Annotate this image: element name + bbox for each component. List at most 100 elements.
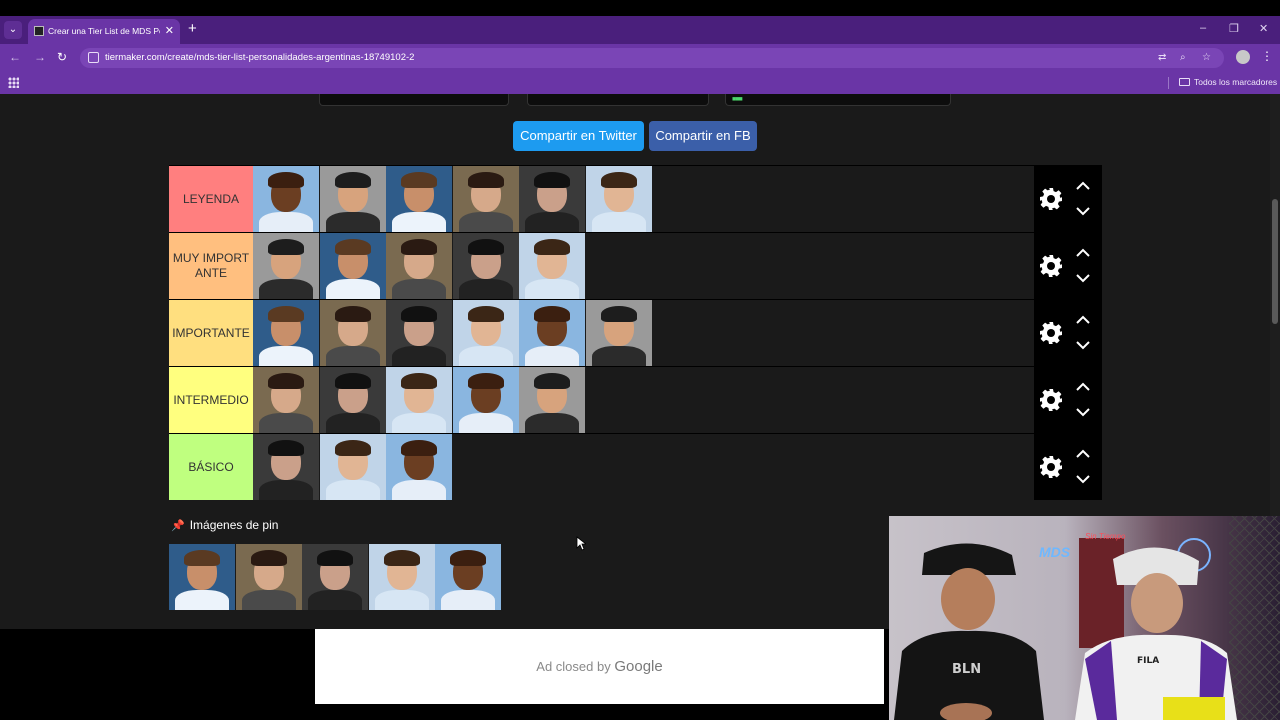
tier-item-image[interactable] [519, 300, 585, 366]
tab-search-button[interactable]: ⌄ [4, 21, 22, 39]
tier-item-image[interactable] [386, 233, 452, 299]
portrait-shirt [392, 346, 446, 366]
portrait-shirt [259, 480, 313, 500]
toolbar-box-left[interactable] [319, 94, 509, 106]
tier-item-image[interactable] [319, 300, 386, 366]
gear-icon[interactable] [1039, 455, 1063, 479]
portrait-shirt [175, 590, 229, 610]
tier-label[interactable]: IMPORTANTE [169, 300, 253, 366]
chevron-up-icon[interactable] [1074, 180, 1092, 192]
gear-icon[interactable] [1039, 187, 1063, 211]
tier-item-image[interactable] [319, 233, 386, 299]
portrait-shirt [441, 590, 495, 610]
tier-item-image[interactable] [253, 233, 319, 299]
pinned-item-image[interactable] [169, 544, 235, 610]
tier-item-image[interactable] [386, 300, 452, 366]
tier-item-image[interactable] [319, 367, 386, 433]
reload-icon[interactable]: ↻ [57, 50, 67, 64]
close-window-icon[interactable]: ✕ [1259, 22, 1268, 35]
profile-avatar[interactable] [1236, 50, 1250, 64]
portrait-hair [467, 172, 504, 188]
tier-item-image[interactable] [519, 233, 585, 299]
pinned-item-image[interactable] [302, 544, 368, 610]
portrait-hair [534, 373, 570, 389]
pinned-images-pool [169, 544, 502, 610]
tier-item-image[interactable] [319, 166, 386, 232]
tier-item-image[interactable] [452, 233, 519, 299]
pinned-item-image[interactable] [235, 544, 302, 610]
tier-item-image[interactable] [253, 300, 319, 366]
portrait-shirt [525, 413, 579, 433]
chevron-down-icon[interactable] [1074, 272, 1092, 284]
chevron-down-icon[interactable] [1074, 406, 1092, 418]
window-top-strip [0, 0, 1280, 16]
tier-label[interactable]: BÁSICO [169, 434, 253, 500]
tier-item-image[interactable] [452, 166, 519, 232]
active-tab[interactable]: Crear una Tier List de MDS Personalidade… [28, 19, 180, 44]
tier-item-image[interactable] [253, 434, 319, 500]
signal-icon: ■■■ [732, 96, 743, 103]
portrait-hair [534, 172, 570, 188]
tier-controls [1034, 434, 1102, 500]
chevron-down-icon[interactable] [1074, 339, 1092, 351]
back-icon[interactable]: ← [9, 50, 21, 64]
toolbar-box-right[interactable] [725, 94, 951, 106]
portrait-shirt [392, 413, 446, 433]
tiermaker-favicon-icon [34, 26, 44, 36]
portrait-shirt [525, 346, 579, 366]
chevron-up-icon[interactable] [1074, 381, 1092, 393]
tier-item-image[interactable] [585, 166, 652, 232]
bookmark-star-icon[interactable]: ☆ [1202, 52, 1211, 63]
share-twitter-button[interactable]: Compartir en Twitter [513, 121, 644, 151]
portrait-shirt [392, 212, 446, 232]
site-settings-icon[interactable] [88, 52, 99, 63]
chevron-down-icon[interactable] [1074, 205, 1092, 217]
tier-item-image[interactable] [519, 367, 585, 433]
share-facebook-button[interactable]: Compartir en FB [649, 121, 757, 151]
scrollbar-thumb[interactable] [1272, 199, 1278, 324]
tier-item-image[interactable] [519, 166, 585, 232]
gear-icon[interactable] [1039, 254, 1063, 278]
browser-menu-icon[interactable]: ⋮ [1261, 49, 1273, 63]
portrait-hair [401, 306, 437, 322]
restore-icon[interactable]: ❐ [1229, 22, 1239, 35]
portrait-shirt [325, 346, 380, 366]
tier-item-image[interactable] [386, 367, 452, 433]
pinned-item-image[interactable] [368, 544, 435, 610]
zoom-icon[interactable]: ⌕ [1180, 52, 1186, 63]
tab-title: Crear una Tier List de MDS Personalidade… [48, 26, 160, 36]
tier-item-image[interactable] [386, 166, 452, 232]
tier-item-image[interactable] [452, 300, 519, 366]
tier-item-image[interactable] [253, 367, 319, 433]
url-field[interactable]: tiermaker.com/create/mds-tier-list-perso… [80, 48, 1224, 68]
portrait-hair [401, 373, 437, 389]
ad-closed-notice: Ad closed by Google [315, 658, 884, 675]
chevron-up-icon[interactable] [1074, 247, 1092, 259]
tier-controls [1034, 166, 1102, 232]
tier-label[interactable]: LEYENDA [169, 166, 253, 232]
close-tab-icon[interactable]: ✕ [165, 24, 174, 37]
tier-item-image[interactable] [585, 300, 652, 366]
tier-item-image[interactable] [452, 367, 519, 433]
forward-icon[interactable]: → [34, 50, 46, 64]
gear-icon[interactable] [1039, 321, 1063, 345]
portrait-shirt [591, 346, 646, 366]
chevron-up-icon[interactable] [1074, 314, 1092, 326]
pinned-item-image[interactable] [435, 544, 501, 610]
all-bookmarks-link[interactable]: Todos los marcadores [1194, 77, 1277, 87]
toolbar-box-middle[interactable] [527, 94, 709, 106]
tier-item-image[interactable] [386, 434, 452, 500]
gear-icon[interactable] [1039, 388, 1063, 412]
new-tab-button[interactable]: + [188, 20, 197, 37]
tier-label[interactable]: INTERMEDIO [169, 367, 253, 433]
tier-item-image[interactable] [253, 166, 319, 232]
chevron-down-icon[interactable] [1074, 473, 1092, 485]
streamer-webcam-overlay: Sin Tiempo MDS BLN FILA [889, 516, 1280, 720]
translate-icon[interactable]: ⇄ [1158, 52, 1166, 63]
portrait-hair [334, 239, 371, 255]
apps-grid-icon[interactable] [8, 77, 19, 88]
chevron-up-icon[interactable] [1074, 448, 1092, 460]
tier-item-image[interactable] [319, 434, 386, 500]
tier-label[interactable]: MUY IMPORTANTE [169, 233, 253, 299]
minimize-icon[interactable]: – [1200, 22, 1206, 34]
